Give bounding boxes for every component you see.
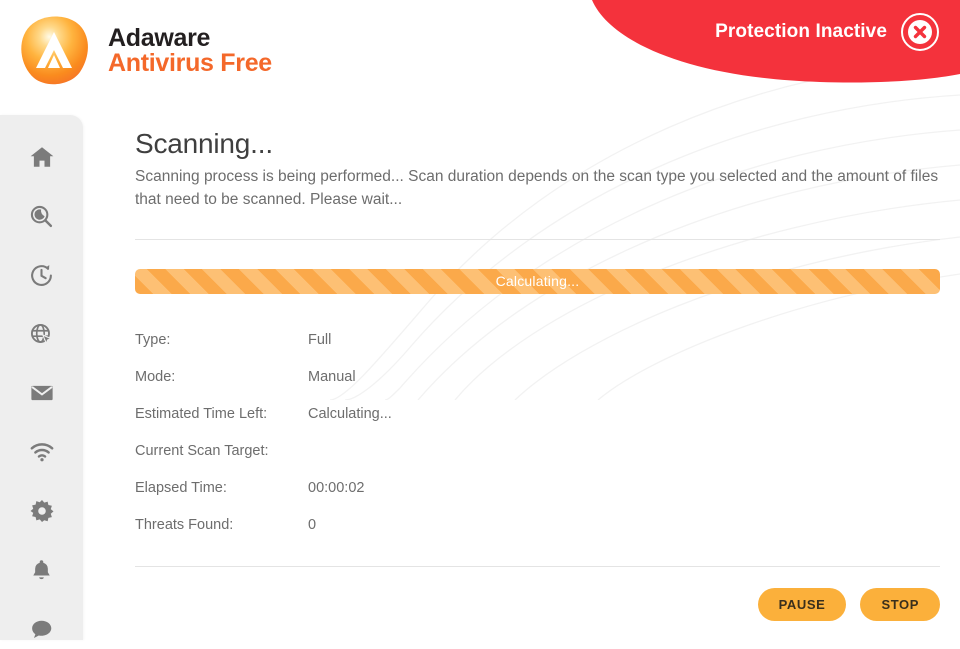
sidebar-item-notifications[interactable]	[0, 550, 83, 590]
brand-name: Adaware	[108, 23, 211, 52]
close-circle-icon[interactable]	[900, 12, 940, 52]
sidebar-item-history[interactable]	[0, 255, 83, 295]
globe-cursor-icon	[30, 323, 53, 345]
sidebar-item-web-protection[interactable]	[0, 314, 83, 354]
mail-icon	[30, 385, 53, 401]
action-buttons: PAUSE STOP	[135, 587, 940, 621]
row-label: Current Scan Target:	[135, 443, 269, 460]
row-label: Type:	[135, 332, 171, 349]
row-value: Full	[308, 332, 332, 349]
app-header: Adaware Antivirus Free Protection Inacti…	[0, 0, 960, 115]
sidebar-nav	[0, 115, 83, 640]
row-label: Elapsed Time:	[135, 480, 227, 497]
table-row: Elapsed Time: 00:00:02	[135, 470, 940, 507]
table-row: Threats Found: 0	[135, 507, 940, 544]
bell-icon	[33, 559, 50, 579]
scan-progress-label: Calculating...	[495, 273, 580, 290]
row-label: Mode:	[135, 369, 176, 386]
clock-history-icon	[31, 264, 52, 286]
row-value: Manual	[308, 369, 356, 386]
gear-icon	[30, 499, 53, 523]
main-content: Scanning... Scanning process is being pe…	[135, 128, 940, 621]
page-title: Scanning...	[135, 128, 273, 159]
row-value: 00:00:02	[308, 480, 365, 497]
row-value: 0	[308, 517, 317, 534]
pause-button[interactable]: PAUSE	[757, 587, 847, 621]
row-value: Calculating...	[308, 406, 392, 423]
wifi-icon	[30, 443, 53, 462]
brand-logo: Adaware Antivirus Free	[14, 10, 272, 90]
table-row: Estimated Time Left: Calculating...	[135, 396, 940, 433]
protection-status[interactable]: Protection Inactive	[715, 12, 940, 52]
sidebar-item-email-protection[interactable]	[0, 373, 83, 413]
page-description: Scanning process is being performed... S…	[135, 168, 939, 208]
row-label: Threats Found:	[135, 517, 234, 534]
table-row: Mode: Manual	[135, 359, 940, 396]
protection-status-label: Protection Inactive	[715, 21, 887, 42]
sidebar-item-network[interactable]	[0, 432, 83, 472]
stop-button[interactable]: STOP	[860, 587, 940, 621]
scan-search-icon	[30, 205, 53, 227]
sidebar-item-settings[interactable]	[0, 491, 83, 531]
table-row: Type: Full	[135, 322, 940, 359]
brand-text: Adaware Antivirus Free	[108, 24, 272, 77]
divider-bottom	[135, 565, 940, 567]
chat-bubble-icon	[32, 620, 52, 638]
sidebar-item-support-chat[interactable]	[0, 609, 83, 649]
scan-details-table: Type: Full Mode: Manual Estimated Time L…	[135, 322, 940, 544]
sidebar-item-scan[interactable]	[0, 196, 83, 236]
scan-progress-bar: Calculating...	[135, 268, 940, 294]
brand-product: Antivirus Free	[108, 49, 272, 77]
sidebar-item-home[interactable]	[0, 137, 83, 177]
home-icon	[30, 147, 53, 167]
row-label: Estimated Time Left:	[135, 406, 268, 423]
table-row: Current Scan Target:	[135, 433, 940, 470]
adaware-logo-icon	[21, 16, 88, 85]
divider-top	[135, 238, 940, 240]
